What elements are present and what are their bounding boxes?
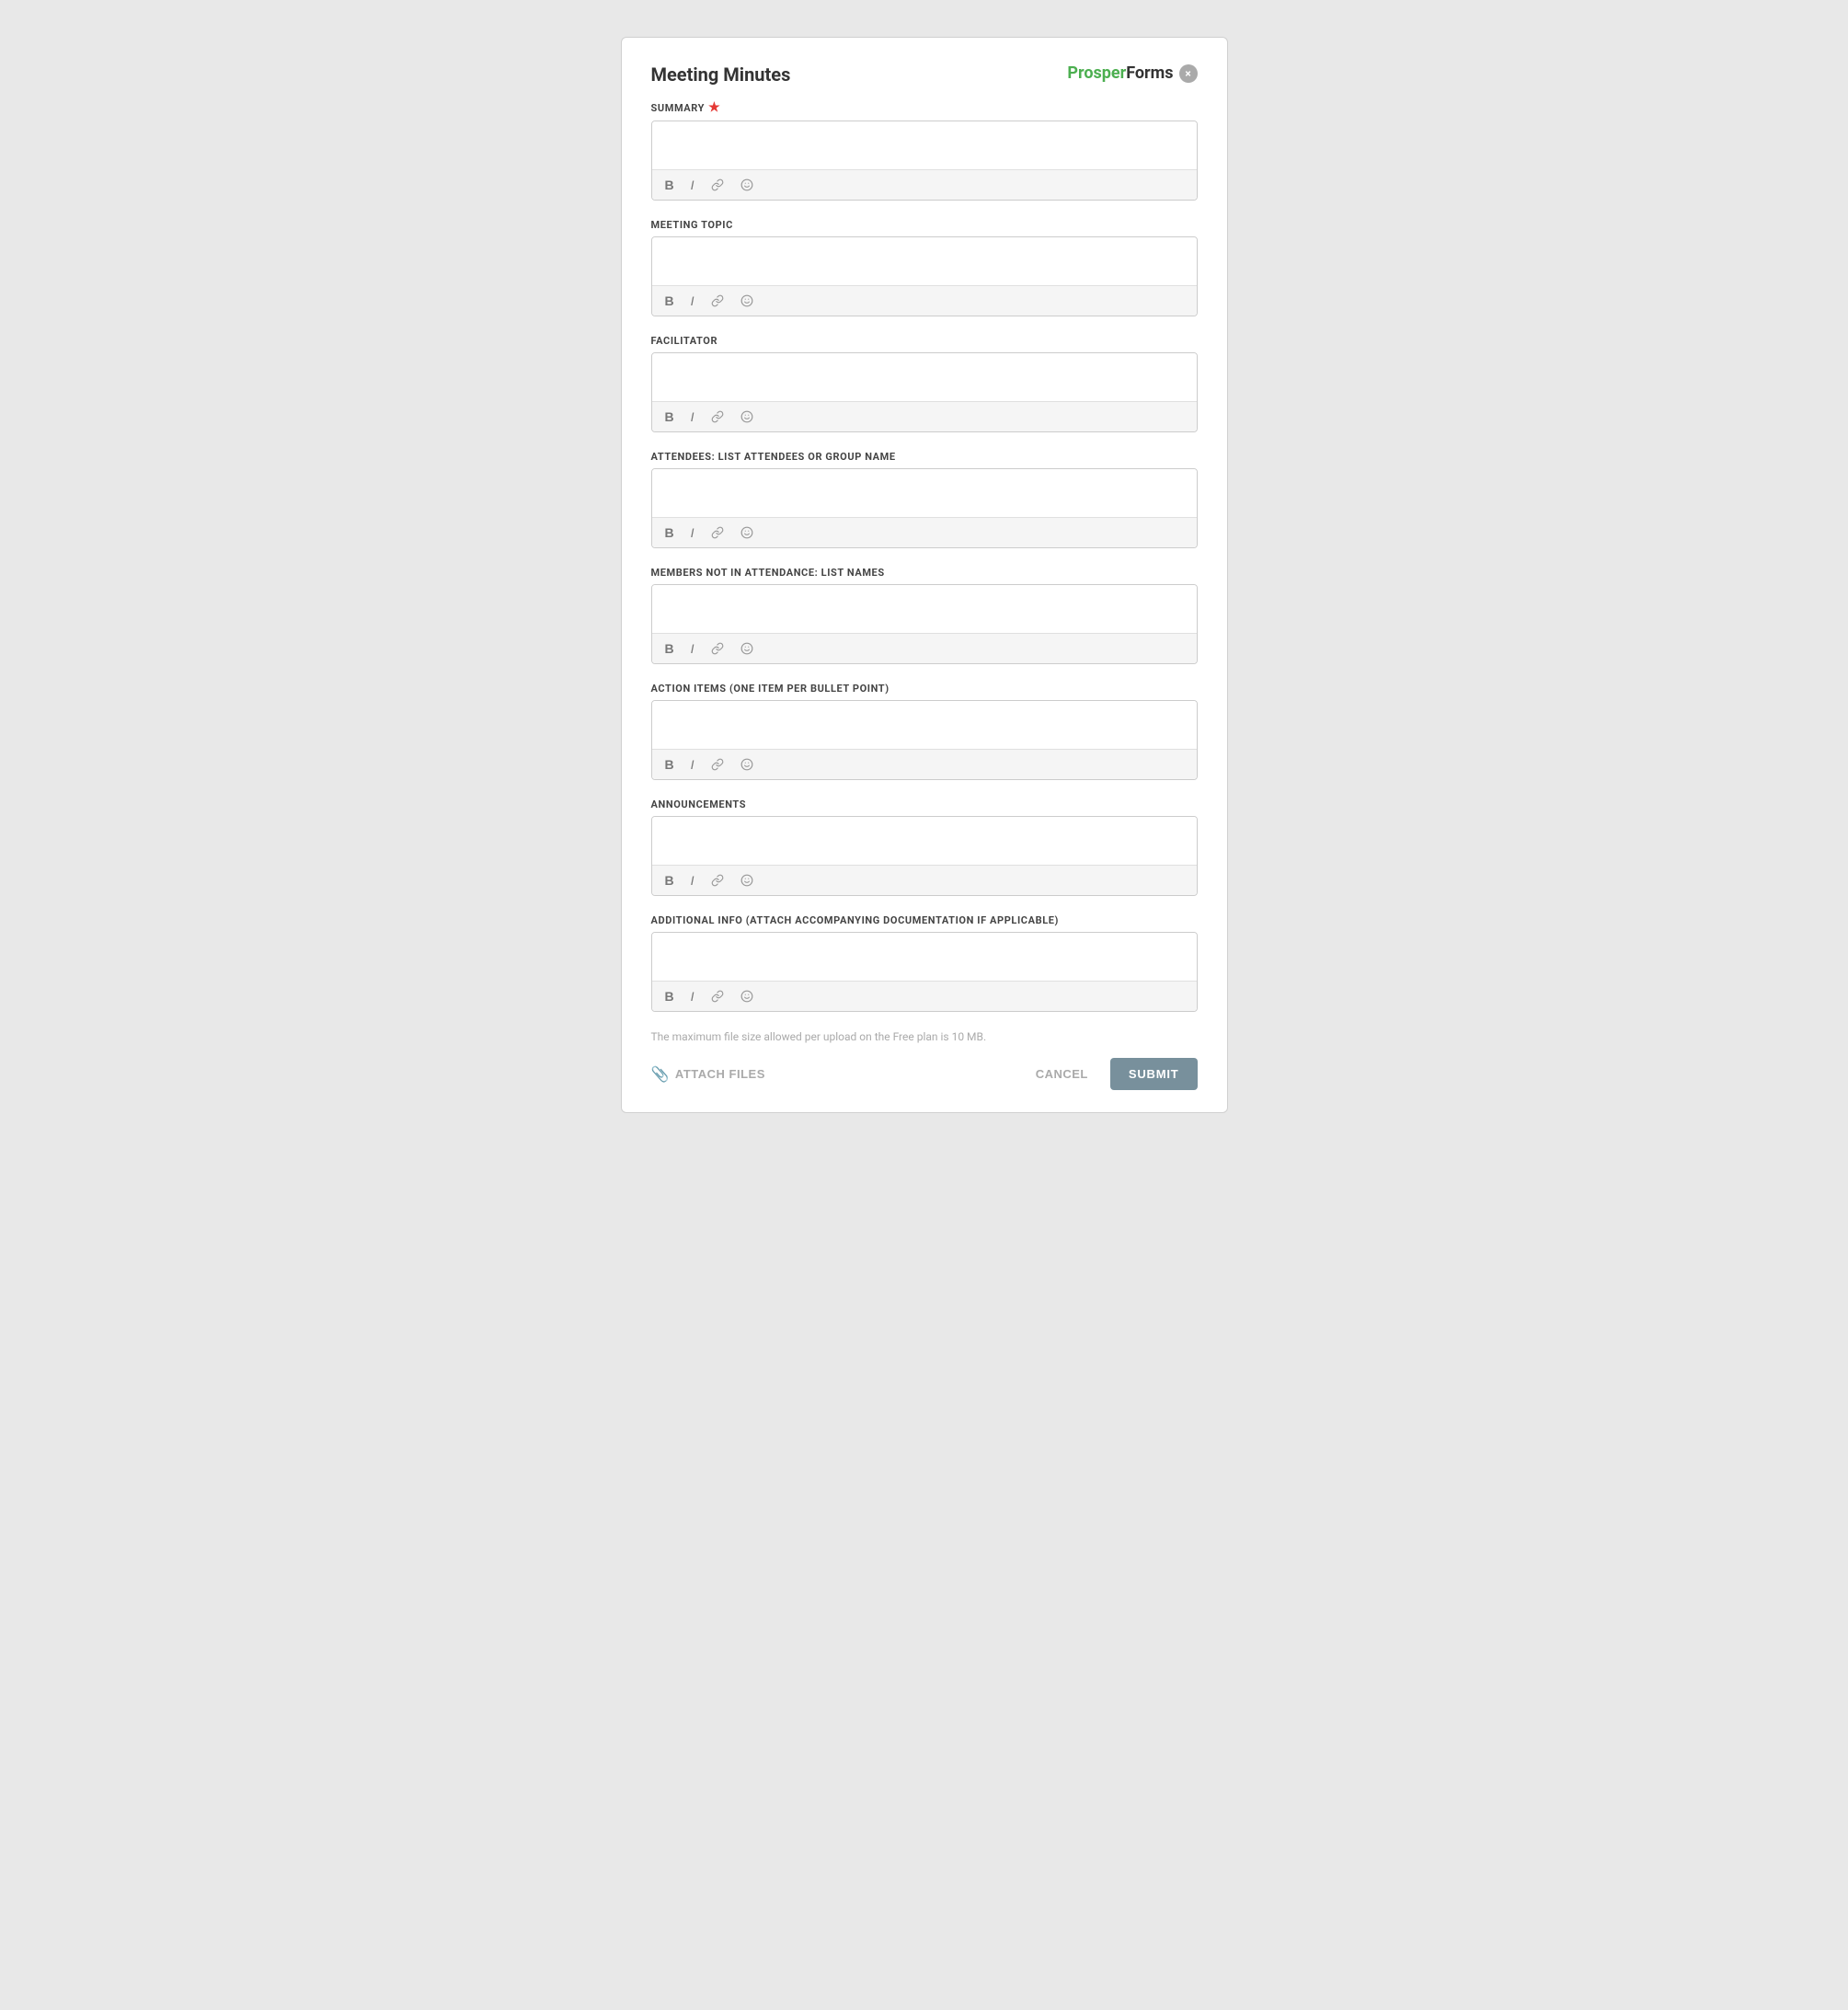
logo-prosper: Prosper bbox=[1067, 63, 1126, 83]
action-buttons: CANCEL SUBMIT bbox=[1025, 1058, 1198, 1090]
field-group-meeting_topic: MEETING TOPIC BI bbox=[651, 219, 1198, 316]
editor-input-facilitator[interactable] bbox=[652, 353, 1197, 397]
field-group-facilitator: FACILITATOR BI bbox=[651, 335, 1198, 432]
italic-button[interactable]: I bbox=[687, 292, 698, 310]
editor-wrapper-meeting_topic: BI bbox=[651, 236, 1198, 316]
editor-wrapper-action_items: BI bbox=[651, 700, 1198, 780]
toolbar-attendees: BI bbox=[652, 517, 1197, 547]
field-label-attendees: ATTENDEES: LIST ATTENDEES OR GROUP NAME bbox=[651, 451, 1198, 463]
link-button[interactable] bbox=[707, 872, 728, 889]
attach-icon: 📎 bbox=[651, 1065, 670, 1084]
italic-button[interactable]: I bbox=[687, 639, 698, 658]
link-button[interactable] bbox=[707, 640, 728, 657]
title-block: Meeting Minutes bbox=[651, 63, 791, 86]
bold-button[interactable]: B bbox=[661, 176, 678, 194]
emoji-button[interactable] bbox=[737, 177, 757, 193]
link-button[interactable] bbox=[707, 293, 728, 309]
editor-input-additional_info[interactable] bbox=[652, 933, 1197, 977]
bold-button[interactable]: B bbox=[661, 292, 678, 310]
required-star: ★ bbox=[705, 100, 720, 115]
emoji-button[interactable] bbox=[737, 293, 757, 309]
logo-forms: Forms bbox=[1126, 63, 1173, 83]
emoji-button[interactable] bbox=[737, 408, 757, 425]
italic-button[interactable]: I bbox=[687, 523, 698, 542]
editor-wrapper-attendees: BI bbox=[651, 468, 1198, 548]
toolbar-additional_info: BI bbox=[652, 981, 1197, 1011]
link-button[interactable] bbox=[707, 177, 728, 193]
bold-button[interactable]: B bbox=[661, 523, 678, 542]
emoji-button[interactable] bbox=[737, 524, 757, 541]
italic-button[interactable]: I bbox=[687, 871, 698, 890]
field-label-additional_info: ADDITIONAL INFO (ATTACH ACCOMPANYING DOC… bbox=[651, 914, 1198, 926]
editor-wrapper-members_not_in_attendance: BI bbox=[651, 584, 1198, 664]
toolbar-members_not_in_attendance: BI bbox=[652, 633, 1197, 663]
bold-button[interactable]: B bbox=[661, 408, 678, 426]
field-group-summary: SUMMARY ★ BI bbox=[651, 100, 1198, 201]
emoji-button[interactable] bbox=[737, 988, 757, 1005]
emoji-button[interactable] bbox=[737, 640, 757, 657]
field-group-attendees: ATTENDEES: LIST ATTENDEES OR GROUP NAME B… bbox=[651, 451, 1198, 548]
emoji-button[interactable] bbox=[737, 872, 757, 889]
toolbar-meeting_topic: BI bbox=[652, 285, 1197, 316]
field-group-action_items: ACTION ITEMS (ONE ITEM PER BULLET POINT)… bbox=[651, 683, 1198, 780]
italic-button[interactable]: I bbox=[687, 408, 698, 426]
link-button[interactable] bbox=[707, 408, 728, 425]
toolbar-announcements: BI bbox=[652, 865, 1197, 895]
bold-button[interactable]: B bbox=[661, 987, 678, 1005]
field-label-action_items: ACTION ITEMS (ONE ITEM PER BULLET POINT) bbox=[651, 683, 1198, 695]
italic-button[interactable]: I bbox=[687, 176, 698, 194]
field-label-summary: SUMMARY ★ bbox=[651, 100, 1198, 115]
close-button[interactable]: × bbox=[1179, 64, 1198, 83]
editor-input-meeting_topic[interactable] bbox=[652, 237, 1197, 281]
field-label-meeting_topic: MEETING TOPIC bbox=[651, 219, 1198, 231]
field-group-members_not_in_attendance: MEMBERS NOT IN ATTENDANCE: LIST NAMES BI bbox=[651, 567, 1198, 664]
attach-files-button[interactable]: 📎 ATTACH FILES bbox=[651, 1065, 765, 1084]
field-group-announcements: ANNOUNCEMENTS BI bbox=[651, 798, 1198, 896]
toolbar-facilitator: BI bbox=[652, 401, 1197, 431]
footer-actions: 📎 ATTACH FILES CANCEL SUBMIT bbox=[651, 1058, 1198, 1090]
field-label-announcements: ANNOUNCEMENTS bbox=[651, 798, 1198, 810]
editor-wrapper-facilitator: BI bbox=[651, 352, 1198, 432]
editor-wrapper-additional_info: BI bbox=[651, 932, 1198, 1012]
link-button[interactable] bbox=[707, 988, 728, 1005]
emoji-button[interactable] bbox=[737, 756, 757, 773]
editor-input-announcements[interactable] bbox=[652, 817, 1197, 861]
link-button[interactable] bbox=[707, 756, 728, 773]
cancel-button[interactable]: CANCEL bbox=[1025, 1060, 1099, 1088]
file-size-note: The maximum file size allowed per upload… bbox=[651, 1030, 1198, 1043]
editor-wrapper-summary: BI bbox=[651, 121, 1198, 201]
toolbar-summary: BI bbox=[652, 169, 1197, 200]
italic-button[interactable]: I bbox=[687, 987, 698, 1005]
attach-label: ATTACH FILES bbox=[675, 1067, 765, 1081]
form-container: Meeting Minutes Prosper Forms × SUMMARY … bbox=[621, 37, 1228, 1113]
bold-button[interactable]: B bbox=[661, 639, 678, 658]
bold-button[interactable]: B bbox=[661, 871, 678, 890]
submit-button[interactable]: SUBMIT bbox=[1110, 1058, 1198, 1090]
editor-input-attendees[interactable] bbox=[652, 469, 1197, 513]
editor-input-members_not_in_attendance[interactable] bbox=[652, 585, 1197, 629]
link-button[interactable] bbox=[707, 524, 728, 541]
field-label-members_not_in_attendance: MEMBERS NOT IN ATTENDANCE: LIST NAMES bbox=[651, 567, 1198, 579]
field-label-facilitator: FACILITATOR bbox=[651, 335, 1198, 347]
form-title: Meeting Minutes bbox=[651, 63, 791, 86]
footer-area: The maximum file size allowed per upload… bbox=[651, 1030, 1198, 1090]
logo-wrapper: Prosper Forms × bbox=[1067, 63, 1197, 83]
fields-container: SUMMARY ★BIMEETING TOPICBIFACILITATORBIA… bbox=[651, 100, 1198, 1012]
form-header: Meeting Minutes Prosper Forms × bbox=[651, 63, 1198, 86]
italic-button[interactable]: I bbox=[687, 755, 698, 774]
editor-input-summary[interactable] bbox=[652, 121, 1197, 166]
editor-input-action_items[interactable] bbox=[652, 701, 1197, 745]
toolbar-action_items: BI bbox=[652, 749, 1197, 779]
bold-button[interactable]: B bbox=[661, 755, 678, 774]
field-group-additional_info: ADDITIONAL INFO (ATTACH ACCOMPANYING DOC… bbox=[651, 914, 1198, 1012]
editor-wrapper-announcements: BI bbox=[651, 816, 1198, 896]
